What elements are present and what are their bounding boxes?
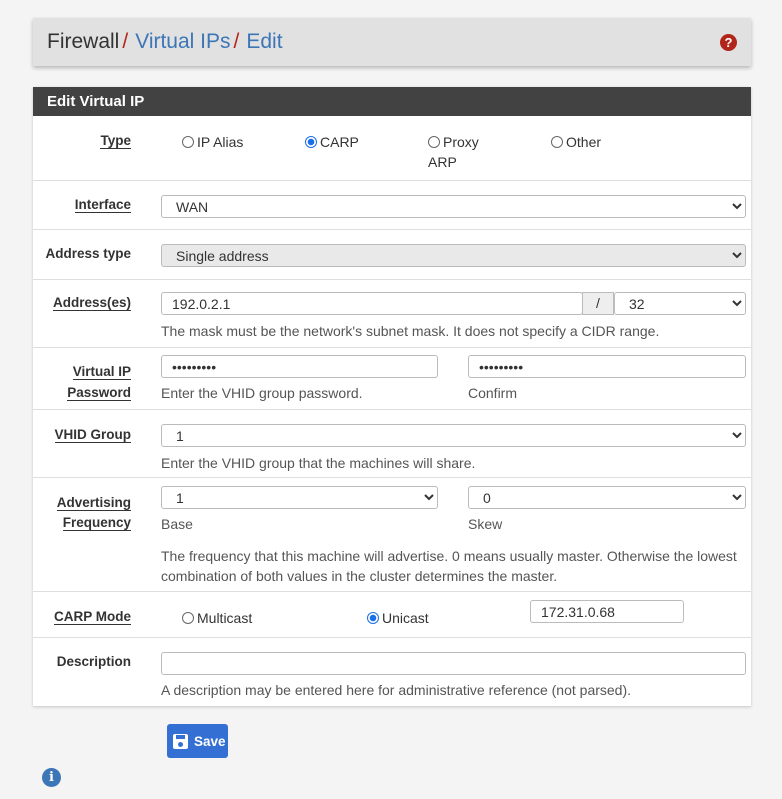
description-row: Description A description may be entered… <box>33 638 751 706</box>
carp-mode-unicast[interactable]: Unicast <box>367 608 429 628</box>
vhid-label: VHID Group <box>54 427 131 443</box>
description-label: Description <box>56 654 131 669</box>
radio-icon <box>428 136 440 148</box>
breadcrumb-edit[interactable]: Edit <box>246 30 282 54</box>
password-hint: Enter the VHID group password. <box>161 385 363 401</box>
address-input[interactable] <box>161 292 583 315</box>
radio-checked-icon <box>367 612 379 624</box>
save-label: Save <box>194 733 226 749</box>
interface-label: Interface <box>74 197 131 213</box>
base-select[interactable]: 1 <box>161 486 438 509</box>
type-other[interactable]: Other <box>551 132 601 152</box>
option-label: Other <box>566 134 602 150</box>
vhid-select[interactable]: 1 <box>161 424 746 447</box>
carp-peer-input[interactable] <box>530 600 684 623</box>
addresses-hint: The mask must be the network's subnet ma… <box>161 323 660 339</box>
radio-icon <box>551 136 563 148</box>
vhid-row: VHID Group 1 Enter the VHID group that t… <box>33 410 751 478</box>
type-ip-alias[interactable]: IP Alias <box>182 132 243 152</box>
option-label: Proxy ARP <box>428 134 479 170</box>
separator: / <box>122 30 129 53</box>
adv-freq-hint: The frequency that this machine will adv… <box>161 548 737 564</box>
password-label: Virtual IP <box>72 364 131 380</box>
radio-checked-icon <box>305 136 317 148</box>
password-label: Password <box>67 385 131 401</box>
type-proxy-arp[interactable]: Proxy ARP <box>428 132 479 172</box>
option-label: Unicast <box>382 610 429 626</box>
separator: / <box>233 30 240 53</box>
vip-password-row: Virtual IP Password Enter the VHID group … <box>33 348 751 410</box>
carp-mode-multicast[interactable]: Multicast <box>182 608 252 628</box>
adv-freq-label: Frequency <box>62 515 131 531</box>
radio-icon <box>182 136 194 148</box>
skew-select[interactable]: 0 <box>468 486 746 509</box>
type-carp[interactable]: CARP <box>305 132 359 152</box>
carp-mode-label: CARP Mode <box>53 609 131 625</box>
address-type-label: Address type <box>45 246 131 261</box>
carp-mode-row: CARP Mode Multicast Unicast <box>33 592 751 638</box>
vhid-hint: Enter the VHID group that the machines w… <box>161 455 476 471</box>
type-label: Type <box>100 133 131 149</box>
slash-addon: / <box>582 292 614 315</box>
address-type-row: Address type Single address <box>33 230 751 280</box>
breadcrumb-firewall: Firewall <box>47 30 120 53</box>
adv-freq-row: Advertising Frequency 1 0 Base Skew The f… <box>33 478 751 592</box>
addresses-row: Address(es) / 32 The mask must be the ne… <box>33 280 751 348</box>
mask-select[interactable]: 32 <box>614 292 746 315</box>
panel-title: Edit Virtual IP <box>33 87 751 116</box>
password-confirm-input[interactable] <box>468 355 746 378</box>
adv-freq-label: Advertising <box>56 495 131 511</box>
edit-virtual-ip-panel: Edit Virtual IP Type IP Alias CARP Proxy… <box>33 87 751 706</box>
interface-select[interactable]: WAN <box>161 195 746 218</box>
option-label: IP Alias <box>197 134 244 150</box>
description-hint: A description may be entered here for ad… <box>161 682 632 698</box>
save-icon <box>173 733 188 749</box>
addresses-label: Address(es) <box>52 295 131 311</box>
description-input[interactable] <box>161 652 746 675</box>
breadcrumb-virtual-ips[interactable]: Virtual IPs <box>135 30 230 54</box>
info-icon[interactable]: i <box>42 768 61 787</box>
password-input[interactable] <box>161 355 438 378</box>
skew-hint: Skew <box>468 516 503 532</box>
option-label: Multicast <box>197 610 253 626</box>
breadcrumb: Firewall / Virtual IPs / Edit ? <box>33 18 751 66</box>
type-row: Type IP Alias CARP Proxy ARP Other <box>33 116 751 181</box>
option-label: CARP <box>320 134 359 150</box>
radio-icon <box>182 612 194 624</box>
confirm-hint: Confirm <box>468 385 518 401</box>
save-button[interactable]: Save <box>167 724 228 758</box>
help-icon[interactable]: ? <box>720 34 737 51</box>
adv-freq-hint: combination of both values in the cluste… <box>161 568 558 584</box>
interface-row: Interface WAN <box>33 181 751 230</box>
base-hint: Base <box>161 516 193 532</box>
address-type-select[interactable]: Single address <box>161 244 746 267</box>
